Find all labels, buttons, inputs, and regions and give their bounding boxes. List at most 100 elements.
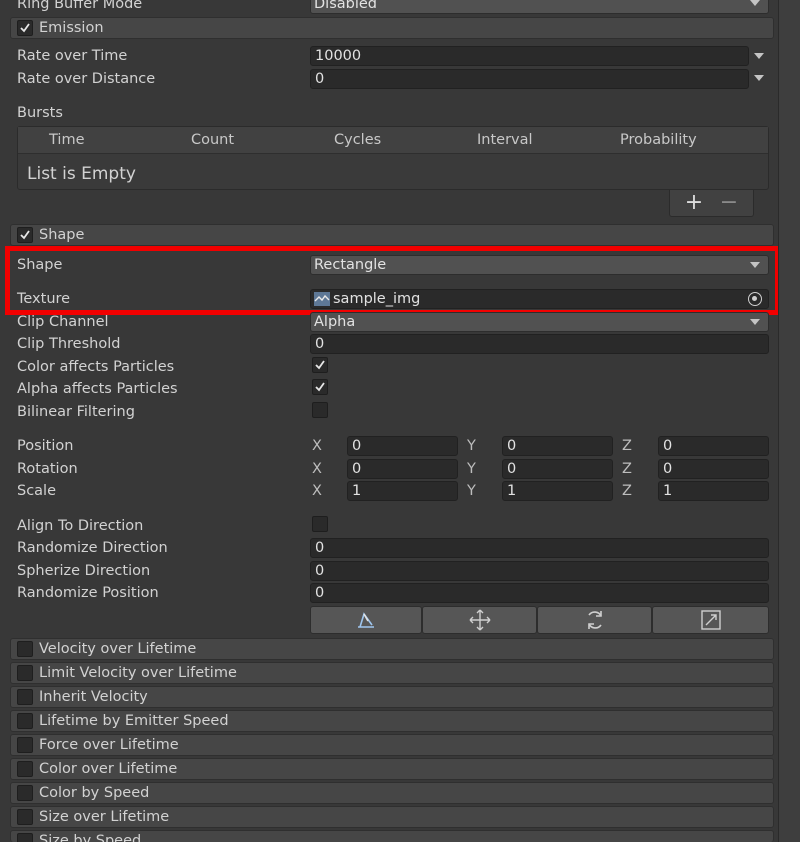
rotation-x-label: X	[312, 461, 322, 477]
module-header-inherit-velocity[interactable]: Inherit Velocity	[10, 686, 774, 708]
bursts-column-probability: Probability	[620, 132, 697, 148]
position-z-label: Z	[622, 438, 632, 454]
module-title: Color by Speed	[39, 785, 150, 801]
module-title: Limit Velocity over Lifetime	[39, 665, 237, 681]
bursts-add-remove: + −	[669, 190, 754, 217]
module-header-size-over-lifetime[interactable]: Size over Lifetime	[10, 806, 774, 828]
remove-icon[interactable]: −	[718, 190, 740, 216]
spherize-direction-field[interactable]: 0	[310, 561, 769, 581]
position-y-label: Y	[467, 438, 476, 454]
spherize-direction-label: Spherize Direction	[17, 563, 151, 579]
chevron-down-icon	[750, 319, 760, 325]
emission-enable-checkbox[interactable]	[17, 20, 33, 36]
position-x-field[interactable]: 0	[347, 436, 458, 456]
ring-buffer-label: Ring Buffer Mode	[17, 0, 143, 12]
highlight-box	[5, 246, 780, 315]
move-icon	[469, 609, 490, 631]
align-to-direction-label: Align To Direction	[17, 518, 144, 534]
rotation-x-field[interactable]: 0	[347, 459, 458, 479]
module-title: Size over Lifetime	[39, 809, 170, 825]
bursts-column-cycles: Cycles	[334, 132, 382, 148]
ring-buffer-value: Disabled	[314, 0, 377, 12]
module-enable-checkbox[interactable]	[17, 785, 33, 801]
clip-threshold-label: Clip Threshold	[17, 336, 121, 352]
color-affects-checkbox[interactable]	[312, 357, 328, 373]
rotation-y-field[interactable]: 0	[502, 459, 613, 479]
emission-module-header[interactable]: Emission	[10, 17, 774, 39]
rotate-icon	[587, 611, 602, 629]
edit-shape-icon	[358, 612, 374, 628]
scale-tool-button[interactable]	[652, 606, 769, 634]
rotation-z-field[interactable]: 0	[658, 459, 769, 479]
module-enable-checkbox[interactable]	[17, 833, 33, 842]
bursts-empty-text: List is Empty	[27, 164, 136, 184]
module-header-force-over-lifetime[interactable]: Force over Lifetime	[10, 734, 774, 756]
align-to-direction-checkbox[interactable]	[312, 516, 328, 532]
rotation-label: Rotation	[17, 461, 78, 477]
ring-buffer-dropdown[interactable]: Disabled	[310, 0, 769, 14]
rotation-y-label: Y	[467, 461, 476, 477]
scale-icon	[700, 610, 721, 630]
bursts-label: Bursts	[17, 105, 63, 121]
module-enable-checkbox[interactable]	[17, 809, 33, 825]
module-title: Inherit Velocity	[39, 689, 148, 705]
color-affects-label: Color affects Particles	[17, 359, 175, 375]
module-header-color-by-speed[interactable]: Color by Speed	[10, 782, 774, 804]
curve-mode-dropdown-icon[interactable]	[754, 75, 764, 81]
module-title: Force over Lifetime	[39, 737, 179, 753]
scale-y-label: Y	[467, 483, 476, 499]
position-y-field[interactable]: 0	[502, 436, 613, 456]
randomize-position-field[interactable]: 0	[310, 583, 769, 603]
bursts-column-time: Time	[49, 132, 85, 148]
vertical-scrollbar[interactable]	[778, 0, 800, 842]
module-header-color-over-lifetime[interactable]: Color over Lifetime	[10, 758, 774, 780]
shape-enable-checkbox[interactable]	[17, 227, 33, 243]
checkmark-icon	[315, 360, 325, 370]
clip-threshold-field[interactable]: 0	[310, 334, 769, 354]
module-title: Velocity over Lifetime	[39, 641, 197, 657]
bursts-column-interval: Interval	[477, 132, 533, 148]
add-icon[interactable]: +	[683, 190, 705, 216]
checkmark-icon	[315, 382, 325, 392]
module-enable-checkbox[interactable]	[17, 713, 33, 729]
checkmark-icon	[20, 230, 30, 240]
curve-mode-dropdown-icon[interactable]	[754, 53, 764, 59]
scale-y-field[interactable]: 1	[502, 481, 613, 501]
module-enable-checkbox[interactable]	[17, 665, 33, 681]
shape-module-header[interactable]: Shape	[10, 224, 774, 246]
rate-over-distance-label: Rate over Distance	[17, 71, 156, 87]
rate-over-time-field[interactable]: 10000	[310, 46, 749, 66]
scale-z-label: Z	[622, 483, 632, 499]
clip-channel-label: Clip Channel	[17, 314, 109, 330]
checkmark-icon	[20, 23, 30, 33]
position-z-field[interactable]: 0	[658, 436, 769, 456]
module-title: Lifetime by Emitter Speed	[39, 713, 229, 729]
randomize-direction-label: Randomize Direction	[17, 540, 168, 556]
clip-channel-value: Alpha	[314, 314, 356, 330]
emission-title: Emission	[39, 20, 104, 36]
alpha-affects-label: Alpha affects Particles	[17, 381, 178, 397]
module-header-limit-velocity-over-lifetime[interactable]: Limit Velocity over Lifetime	[10, 662, 774, 684]
randomize-direction-field[interactable]: 0	[310, 538, 769, 558]
scale-x-field[interactable]: 1	[347, 481, 458, 501]
bilinear-filtering-checkbox[interactable]	[312, 402, 328, 418]
module-header-velocity-over-lifetime[interactable]: Velocity over Lifetime	[10, 638, 774, 660]
move-tool-button[interactable]	[422, 606, 537, 634]
position-x-label: X	[312, 438, 322, 454]
rotation-z-label: Z	[622, 461, 632, 477]
rate-over-distance-field[interactable]: 0	[310, 69, 749, 89]
module-header-lifetime-by-emitter-speed[interactable]: Lifetime by Emitter Speed	[10, 710, 774, 732]
alpha-affects-checkbox[interactable]	[312, 379, 328, 395]
rotate-tool-button[interactable]	[537, 606, 652, 634]
edit-shape-button[interactable]	[310, 606, 422, 634]
module-enable-checkbox[interactable]	[17, 689, 33, 705]
module-enable-checkbox[interactable]	[17, 641, 33, 657]
clip-channel-dropdown[interactable]: Alpha	[310, 312, 769, 332]
position-label: Position	[17, 438, 74, 454]
module-enable-checkbox[interactable]	[17, 761, 33, 777]
chevron-down-icon	[750, 0, 760, 6]
module-enable-checkbox[interactable]	[17, 737, 33, 753]
module-header-size-by-speed[interactable]: Size by Speed	[10, 830, 774, 842]
scale-label: Scale	[17, 483, 57, 499]
scale-z-field[interactable]: 1	[658, 481, 769, 501]
